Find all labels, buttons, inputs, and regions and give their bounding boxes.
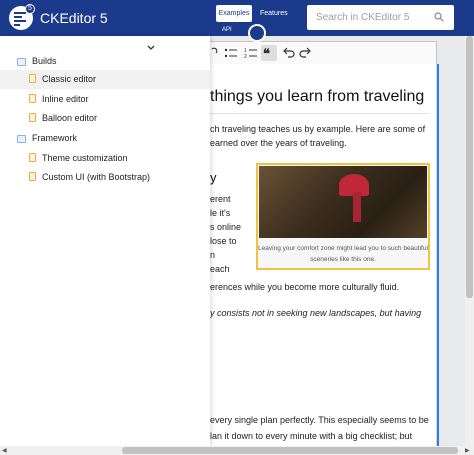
- search-box[interactable]: Search in CKEditor 5: [307, 5, 454, 30]
- svg-text:2: 2: [244, 54, 247, 60]
- docs-sidebar: Builds Classic editor Inline editor Ball…: [0, 36, 210, 446]
- sidebar-item-classic-editor[interactable]: Classic editor: [42, 74, 96, 84]
- intro-line-1[interactable]: ch traveling teaches us by example. Here…: [210, 122, 425, 136]
- sidebar-item-inline-editor[interactable]: Inline editor: [42, 94, 89, 104]
- svg-text:❝: ❝: [263, 46, 270, 61]
- page-icon: [29, 113, 36, 122]
- block-quote-text[interactable]: y consists not in seeking new landscapes…: [210, 306, 421, 320]
- page-icon: [29, 153, 36, 162]
- page-icon: [29, 74, 36, 83]
- sidebar-header: [0, 36, 210, 58]
- article-subheading[interactable]: y: [210, 170, 217, 185]
- article-heading[interactable]: things you learn from traveling: [210, 88, 424, 106]
- ckeditor-logo[interactable]: 5: [9, 4, 35, 30]
- person-figure: [353, 192, 361, 222]
- para-line-5[interactable]: n: [210, 248, 215, 262]
- vertical-scroll-thumb[interactable]: [466, 36, 473, 298]
- sidebar-item-theme-customization[interactable]: Theme customization: [42, 153, 128, 163]
- travel-photo[interactable]: [259, 166, 427, 238]
- nav-api[interactable]: API: [222, 27, 232, 33]
- top-navigation-bar: 5 CKEditor 5 Examples Features API Searc…: [0, 0, 474, 36]
- brand-title[interactable]: CKEditor 5: [40, 10, 108, 26]
- nav-examples[interactable]: Examples: [216, 5, 252, 22]
- para-line-1[interactable]: erent: [210, 192, 231, 206]
- logo-badge: 5: [25, 4, 35, 14]
- numbered-list-icon[interactable]: 1 2: [243, 45, 259, 61]
- logo-icon: [14, 12, 26, 26]
- undo-icon[interactable]: [281, 45, 295, 61]
- scroll-right-icon[interactable]: ▶: [465, 447, 470, 454]
- page-icon: [29, 172, 36, 181]
- horizontal-scrollbar[interactable]: ◀ ▶: [0, 446, 474, 455]
- chevron-down-icon[interactable]: [146, 43, 156, 53]
- editor-focus-border: [437, 64, 439, 446]
- camera-icon[interactable]: [248, 24, 266, 42]
- search-placeholder: Search in CKEditor 5: [316, 12, 410, 23]
- redo-icon[interactable]: [299, 45, 313, 61]
- search-icon[interactable]: [434, 12, 444, 22]
- sidebar-section-builds[interactable]: Builds: [32, 56, 57, 66]
- sidebar-item-balloon-editor[interactable]: Balloon editor: [42, 113, 97, 123]
- folder-icon: [17, 135, 26, 143]
- para-line-7[interactable]: erences while you become more culturally…: [210, 280, 399, 294]
- page-icon: [29, 94, 36, 103]
- sidebar-item-custom-ui[interactable]: Custom UI (with Bootstrap): [42, 172, 150, 182]
- intro-line-2[interactable]: earned over the years of traveling.: [210, 136, 347, 150]
- para-line-2[interactable]: le it's: [210, 206, 230, 220]
- bottom-line-1[interactable]: every single plan perfectly. This especi…: [210, 413, 429, 427]
- folder-icon: [17, 58, 26, 66]
- bottom-line-2[interactable]: lan it down to every minute with a big c…: [210, 429, 412, 443]
- para-line-4[interactable]: lose to: [210, 234, 237, 248]
- para-line-3[interactable]: s online: [210, 220, 241, 234]
- heading-divider: [210, 113, 430, 114]
- nav-features[interactable]: Features: [260, 5, 288, 22]
- horizontal-scroll-thumb[interactable]: [122, 447, 458, 454]
- scroll-left-icon[interactable]: ◀: [2, 447, 7, 454]
- bulleted-list-icon[interactable]: [223, 45, 239, 61]
- image-figure[interactable]: Leaving your comfort zone might lead you…: [256, 163, 430, 270]
- image-caption[interactable]: Leaving your comfort zone might lead you…: [258, 243, 428, 265]
- sidebar-section-framework[interactable]: Framework: [32, 133, 77, 143]
- vertical-scrollbar[interactable]: [465, 36, 474, 446]
- para-line-6[interactable]: each: [210, 262, 230, 276]
- block-quote-icon[interactable]: ❝: [261, 45, 277, 61]
